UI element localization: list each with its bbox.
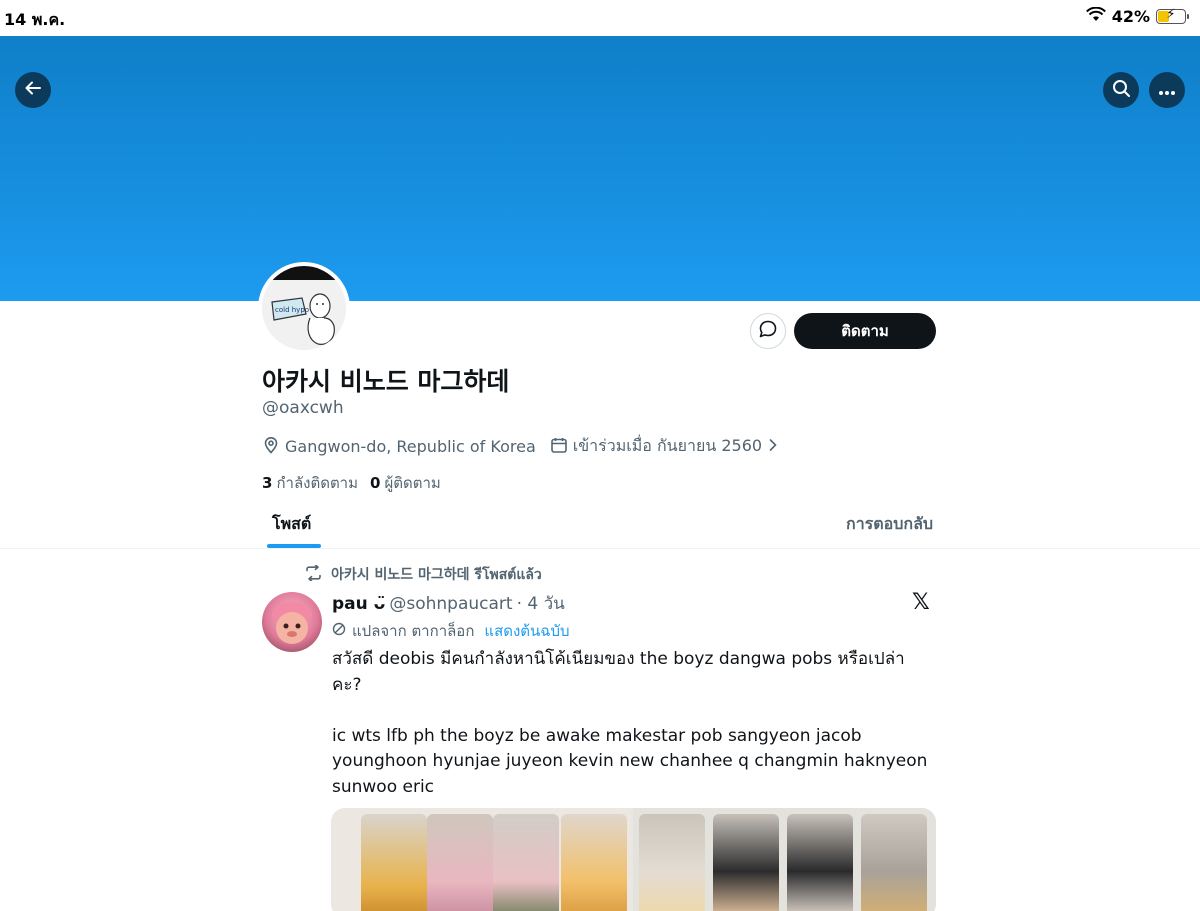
translate-label: แปลจาก ตากาล็อก [352, 622, 475, 640]
photocard [639, 814, 705, 911]
message-icon [758, 319, 778, 343]
display-name: 아카시 비노드 마그하데 [262, 367, 510, 396]
post-author-name[interactable]: pau ᴗ̈ [332, 594, 385, 614]
translation-notice: แปลจาก ตากาล็อก แสดงต้นฉบับ [332, 619, 570, 643]
back-arrow-icon [24, 79, 42, 101]
back-button[interactable] [15, 72, 51, 108]
avatar-image: cold hypo [262, 266, 346, 350]
tab-posts[interactable]: โพสต์ [272, 512, 311, 537]
join-date-text: เข้าร่วมเมื่อ กันยายน 2560 [572, 436, 763, 455]
search-icon [1112, 79, 1131, 102]
photocard [713, 814, 779, 911]
profile-meta: Gangwon-do, Republic of Korea เข้าร่วมเม… [262, 434, 779, 459]
post-header: pau ᴗ̈ @sohnpaucart · 4 วัน [332, 590, 565, 617]
post-time[interactable]: · 4 วัน [517, 590, 565, 617]
status-bar: 14 พ.ค. 42% ⚡ [0, 0, 1200, 36]
followers-count: 0 [370, 474, 381, 492]
message-button[interactable] [750, 313, 786, 349]
profile-avatar[interactable]: cold hypo [258, 262, 350, 354]
location-text: Gangwon-do, Republic of Korea [285, 437, 536, 456]
more-options-button[interactable] [1149, 72, 1185, 108]
calendar-icon [550, 436, 568, 458]
followers-count-link[interactable]: 0 ผู้ติดตาม [370, 471, 441, 495]
battery-percent: 42% [1111, 7, 1150, 26]
chevron-right-icon [767, 437, 779, 456]
profile-handle: @oaxcwh [262, 398, 344, 418]
photocard [787, 814, 853, 911]
following-label: กำลังติดตาม [276, 474, 358, 492]
repost-label: 아카시 비노드 마그하데 รีโพสต์แล้ว [331, 567, 542, 583]
translate-icon [332, 622, 346, 640]
photocard [361, 814, 427, 911]
followers-label: ผู้ติดตาม [384, 474, 441, 492]
battery-icon: ⚡ [1156, 7, 1189, 24]
join-date[interactable]: เข้าร่วมเมื่อ กันยายน 2560 [550, 434, 779, 459]
location-pin-icon [262, 436, 280, 458]
show-original-link[interactable]: แสดงต้นฉบับ [484, 619, 569, 643]
follow-button[interactable]: ติดตาม [794, 313, 936, 349]
status-right: 42% ⚡ [1085, 6, 1189, 26]
wifi-icon [1085, 6, 1106, 26]
photocard [427, 814, 493, 911]
avatar-logo-text: cold hypo [275, 306, 309, 314]
repost-icon [304, 564, 323, 585]
follow-counts: 3 กำลังติดตาม 0 ผู้ติดตาม [262, 471, 441, 495]
post-text: สวัสดี deobis มีคนกำลังหานิโค้เนียมของ t… [332, 649, 928, 797]
photocard [493, 814, 559, 911]
following-count: 3 [262, 474, 273, 492]
photocard [561, 814, 627, 911]
active-tab-indicator [267, 544, 321, 548]
following-count-link[interactable]: 3 กำลังติดตาม [262, 471, 358, 495]
media-image-right[interactable] [633, 808, 936, 911]
post-author-avatar[interactable] [262, 592, 322, 652]
post-author-handle[interactable]: @sohnpaucart [389, 594, 512, 614]
search-button[interactable] [1103, 72, 1139, 108]
tab-replies[interactable]: การตอบกลับ [846, 512, 933, 537]
status-time: 14 พ.ค. [4, 10, 66, 29]
location: Gangwon-do, Republic of Korea [262, 436, 536, 458]
post-media[interactable] [331, 808, 936, 911]
profile-tabs: โพสต์ การตอบกลับ [0, 500, 1200, 549]
photocard [861, 814, 927, 911]
profile-banner [0, 36, 1200, 301]
x-logo-icon: 𝕏 [912, 590, 930, 615]
repost-indicator[interactable]: 아카시 비노드 마그하데 รีโพสต์แล้ว [304, 564, 542, 586]
media-image-left[interactable] [331, 808, 631, 911]
more-icon [1158, 81, 1176, 100]
